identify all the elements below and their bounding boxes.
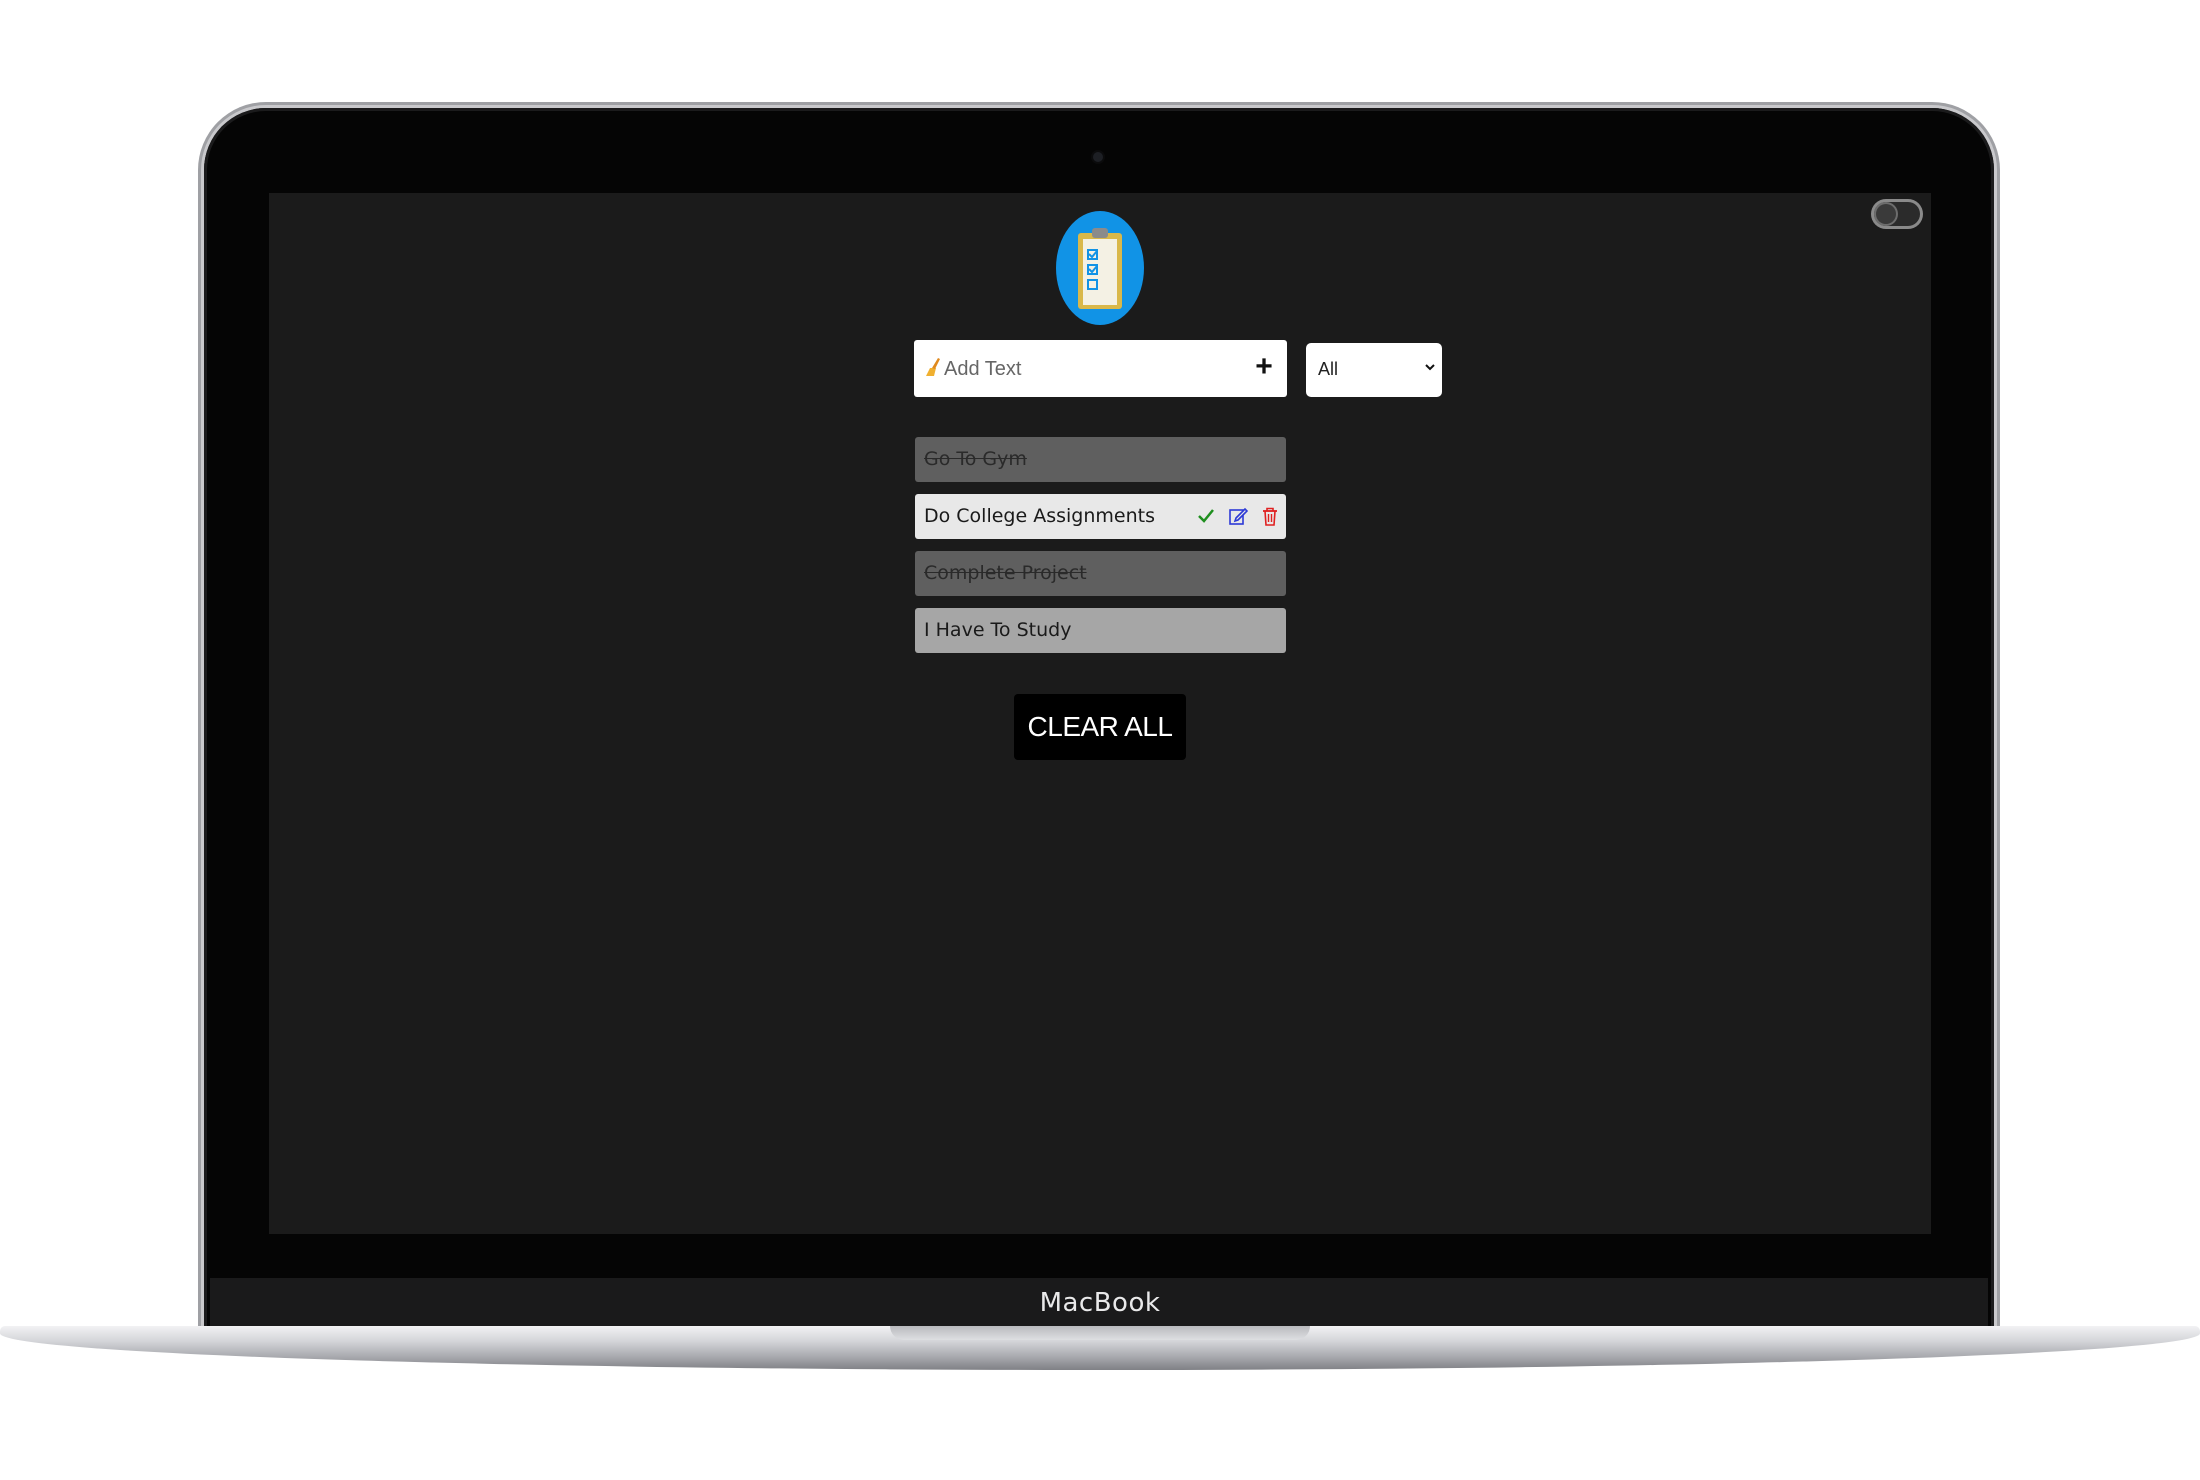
chevron-down-icon [1425,364,1435,371]
app-logo [1056,211,1144,325]
todo-actions [1196,506,1280,526]
webcam [1093,152,1103,162]
clipboard-checklist-icon [1078,228,1122,309]
laptop-base-notch [890,1326,1310,1340]
add-text-input[interactable] [918,348,1266,390]
theme-toggle[interactable] [1871,199,1923,229]
filter-select[interactable]: All [1306,343,1442,397]
clear-all-button[interactable]: CLEAR ALL [1014,694,1186,760]
todo-item[interactable]: Go To Gym [915,437,1286,482]
trash-icon[interactable] [1260,506,1280,526]
todo-item[interactable]: Do College Assignments [915,494,1286,539]
toggle-knob [1876,204,1896,224]
add-todo-bar: + [914,340,1287,397]
check-icon[interactable] [1196,506,1216,526]
laptop-frame: MacBook + [0,0,2200,1480]
todo-text: I Have To Study [924,619,1072,641]
filter-selected-value: All [1318,359,1339,379]
todo-text: Do College Assignments [924,505,1155,527]
todo-item[interactable]: Complete Project [915,551,1286,596]
app-screen: + All Go To Gym Do College Assignments [269,193,1931,1234]
add-button[interactable]: + [1249,350,1279,386]
todo-list: Go To Gym Do College Assignments Complet… [915,437,1286,665]
todo-text: Complete Project [924,562,1087,584]
edit-icon[interactable] [1228,506,1249,526]
todo-item[interactable]: I Have To Study [915,608,1286,653]
macbook-brand-label: MacBook [1039,1288,1161,1318]
todo-text: Go To Gym [924,448,1027,470]
